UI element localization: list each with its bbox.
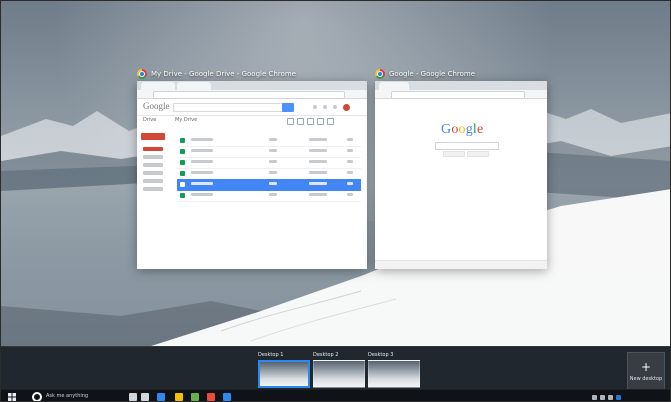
view-icon[interactable]: [307, 118, 314, 125]
sort-icon[interactable]: [317, 118, 324, 125]
app-icon[interactable]: [207, 393, 215, 401]
sidebar-item-my-drive[interactable]: [143, 147, 163, 151]
tray-icon[interactable]: [616, 395, 621, 400]
desktop-label: Desktop 3: [368, 352, 394, 358]
notifications-icon[interactable]: [323, 105, 327, 109]
drive-file-list: [171, 127, 367, 269]
taskbar-search-text[interactable]: Ask me anything: [46, 393, 88, 399]
desktop-1[interactable]: Desktop 1: [258, 352, 310, 390]
microphone-icon[interactable]: [129, 393, 137, 401]
new-button[interactable]: [141, 133, 165, 140]
sidebar-item[interactable]: [143, 187, 163, 191]
app-icon[interactable]: [223, 393, 231, 401]
share-icon[interactable]: [333, 105, 337, 109]
google-search-input[interactable]: [435, 142, 499, 150]
browser-tab[interactable]: [177, 82, 211, 90]
windows-start-icon[interactable]: [8, 393, 16, 401]
omnibox[interactable]: [153, 91, 345, 99]
window-title-drive[interactable]: My Drive - Google Drive - Google Chrome: [137, 68, 296, 80]
desktop-2[interactable]: Desktop 2: [313, 352, 365, 390]
sidebar-item[interactable]: [143, 155, 163, 159]
drive-path: My Drive: [175, 117, 198, 123]
desktop-thumbnail[interactable]: [313, 360, 365, 388]
system-tray: [592, 392, 662, 401]
file-icon: [180, 138, 185, 143]
taskbar: Ask me anything: [1, 389, 670, 401]
drive-search-button[interactable]: [282, 103, 294, 112]
new-folder-icon[interactable]: [287, 118, 294, 125]
browser-tab[interactable]: [379, 82, 409, 90]
plus-icon: +: [640, 360, 652, 374]
drive-header-actions: [313, 102, 361, 112]
tray-icon[interactable]: [592, 395, 597, 400]
desktop-thumbnail[interactable]: [368, 360, 420, 388]
table-row[interactable]: [177, 190, 361, 202]
drive-label: Drive: [143, 117, 157, 123]
window-title-google[interactable]: Google - Google Chrome: [375, 68, 475, 80]
desktop-3[interactable]: Desktop 3: [368, 352, 420, 390]
cortana-icon[interactable]: [32, 392, 42, 401]
chrome-icon: [375, 69, 385, 79]
drive-search-input[interactable]: [173, 103, 283, 112]
tray-icon[interactable]: [608, 395, 613, 400]
desktop-label: Desktop 1: [258, 352, 284, 358]
window-google[interactable]: Google: [375, 81, 547, 269]
file-icon: [180, 160, 185, 165]
google-search-button[interactable]: [443, 151, 465, 157]
window-title-text: My Drive - Google Drive - Google Chrome: [151, 70, 296, 78]
google-logo: Google: [441, 122, 484, 137]
desktop-thumbnail[interactable]: [258, 360, 310, 388]
apps-icon[interactable]: [313, 105, 317, 109]
file-icon: [180, 149, 185, 154]
settings-icon[interactable]: [327, 118, 334, 125]
avatar[interactable]: [343, 104, 350, 111]
drive-sidebar: [137, 127, 171, 269]
task-view-icon[interactable]: [141, 393, 149, 401]
sidebar-item[interactable]: [143, 163, 163, 167]
browser-tab[interactable]: [141, 82, 175, 90]
file-icon: [180, 171, 185, 176]
drive-header: Google: [137, 99, 367, 116]
sidebar-item[interactable]: [143, 171, 163, 175]
store-icon[interactable]: [191, 393, 199, 401]
edge-icon[interactable]: [157, 393, 165, 401]
desktop-screen: My Drive - Google Drive - Google Chrome …: [0, 0, 671, 402]
chrome-icon: [137, 69, 147, 79]
sidebar-item[interactable]: [143, 179, 163, 183]
feeling-lucky-button[interactable]: [467, 151, 489, 157]
file-icon: [180, 182, 185, 187]
tray-icon[interactable]: [600, 395, 605, 400]
window-drive[interactable]: Google Drive My Drive: [137, 81, 367, 269]
google-footer: [375, 260, 547, 269]
file-explorer-icon[interactable]: [175, 393, 183, 401]
window-title-text: Google - Google Chrome: [389, 70, 476, 78]
new-desktop-button[interactable]: + New desktop: [627, 352, 665, 390]
upload-icon[interactable]: [297, 118, 304, 125]
drive-logo: Google: [143, 101, 170, 111]
file-icon: [180, 193, 185, 198]
new-desktop-label: New desktop: [629, 376, 663, 382]
omnibox[interactable]: [391, 91, 525, 99]
desktop-label: Desktop 2: [313, 352, 339, 358]
